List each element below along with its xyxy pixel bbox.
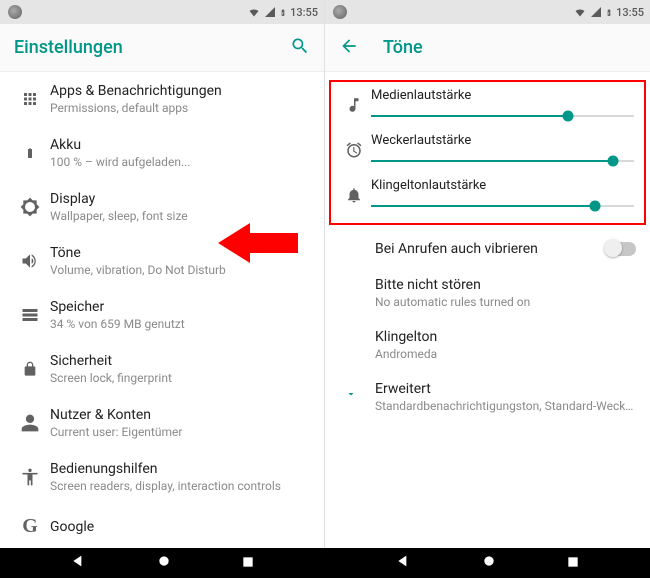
settings-list: Apps & BenachrichtigungenPermissions, de… [0, 72, 324, 548]
settings-item-security[interactable]: SicherheitScreen lock, fingerprint [0, 342, 324, 396]
signal-icon [264, 6, 276, 18]
search-button[interactable] [290, 36, 310, 60]
app-bar: Töne [325, 24, 650, 72]
nav-bar [0, 548, 650, 578]
settings-item-battery[interactable]: Akku100 % – wird aufgeladen... [0, 126, 324, 180]
toggle-vibrate-on-call[interactable]: Bei Anrufen auch vibrieren [325, 231, 650, 267]
volume-sliders-highlight: Medienlautstärke Weckerlautstärke [329, 80, 646, 225]
battery-charge-icon [279, 6, 287, 19]
app-bar: Einstellungen [0, 24, 324, 72]
phone-settings: 13:55 Einstellungen Apps & Benachrichtig… [0, 0, 325, 548]
item-advanced[interactable]: Erweitert Standardbenachrichtigungston, … [325, 371, 650, 423]
item-do-not-disturb[interactable]: Bitte nicht stören No automatic rules tu… [325, 267, 650, 319]
accessibility-icon [20, 467, 40, 487]
page-title: Einstellungen [14, 37, 290, 58]
slider-media[interactable]: Medienlautstärke [337, 88, 634, 123]
status-bar: 13:55 [0, 0, 324, 24]
volume-icon [20, 251, 40, 271]
music-note-icon [345, 96, 363, 114]
settings-item-storage[interactable]: Speicher34 % von 659 MB genutzt [0, 288, 324, 342]
battery-charge-icon [605, 6, 613, 19]
status-time: 13:55 [290, 6, 318, 19]
settings-item-accessibility[interactable]: BedienungshilfenScreen readers, display,… [0, 450, 324, 504]
lock-icon [22, 359, 38, 379]
signal-icon [590, 6, 602, 18]
assistant-dot-icon [8, 5, 22, 19]
status-bar: 13:55 [325, 0, 650, 24]
nav-recents-button[interactable] [566, 554, 580, 573]
page-title: Töne [383, 37, 636, 58]
nav-home-button[interactable] [156, 553, 172, 573]
settings-item-apps[interactable]: Apps & BenachrichtigungenPermissions, de… [0, 72, 324, 126]
phone-sound-settings: 13:55 Töne Medienlautstärke Wecke [325, 0, 650, 548]
status-time: 13:55 [616, 6, 644, 19]
user-icon [20, 413, 40, 433]
bell-icon [345, 186, 363, 204]
apps-icon [21, 90, 39, 108]
item-ringtone[interactable]: Klingelton Andromeda [325, 319, 650, 371]
settings-item-sound[interactable]: TöneVolume, vibration, Do Not Disturb [0, 234, 324, 288]
slider-track[interactable] [371, 109, 634, 123]
slider-ring[interactable]: Klingeltonlautstärke [337, 178, 634, 213]
wifi-icon [247, 6, 261, 18]
back-button[interactable] [339, 36, 359, 60]
slider-alarm[interactable]: Weckerlautstärke [337, 133, 634, 168]
settings-item-users[interactable]: Nutzer & KontenCurrent user: Eigentümer [0, 396, 324, 450]
battery-icon [24, 143, 36, 163]
assistant-dot-icon [333, 5, 347, 19]
slider-track[interactable] [371, 154, 634, 168]
alarm-icon [345, 141, 363, 159]
wifi-icon [573, 6, 587, 18]
storage-icon [20, 306, 40, 324]
nav-back-button[interactable] [70, 553, 86, 573]
nav-recents-button[interactable] [241, 554, 255, 573]
slider-track[interactable] [371, 199, 634, 213]
switch-off-icon[interactable] [606, 242, 636, 256]
settings-item-display[interactable]: DisplayWallpaper, sleep, font size [0, 180, 324, 234]
nav-back-button[interactable] [395, 553, 411, 573]
search-icon [290, 36, 310, 56]
settings-item-google[interactable]: G Google [0, 504, 324, 538]
chevron-down-icon [345, 385, 357, 404]
brightness-icon [20, 197, 40, 217]
google-icon: G [22, 515, 38, 538]
arrow-back-icon [339, 36, 359, 56]
nav-home-button[interactable] [481, 553, 497, 573]
